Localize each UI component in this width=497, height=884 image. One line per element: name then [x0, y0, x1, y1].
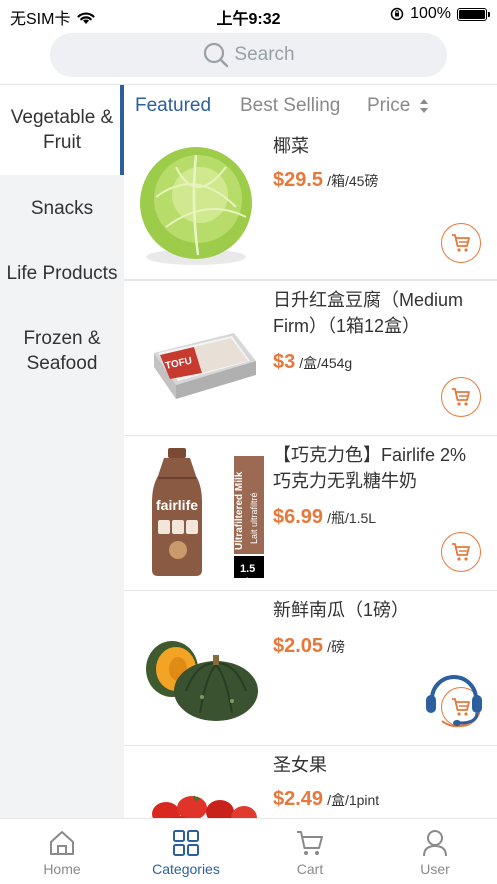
product-image	[140, 147, 252, 265]
sidebar-item-label: Snacks	[30, 198, 94, 219]
tab-featured[interactable]: Featured	[135, 95, 211, 117]
product-unit: /盒/1pint	[327, 792, 380, 808]
sidebar-item-snacks[interactable]: Snacks	[0, 196, 124, 221]
product-price: $3	[273, 351, 296, 373]
tab-label: Price	[367, 95, 411, 116]
tab-price[interactable]: Price	[367, 95, 428, 117]
sidebar-item-label: Life Products	[6, 263, 118, 284]
price-line: $6.99/瓶/1.5L	[273, 506, 376, 529]
home-icon	[50, 831, 74, 855]
milk-side-label: Ultrafiltered Milk	[234, 471, 245, 550]
product-name: 新鲜南瓜（1磅）	[273, 600, 410, 620]
cart-icon	[452, 543, 470, 561]
milk-side-label-2: Lait ultrafiltré	[249, 492, 259, 544]
sidebar-item-life-products[interactable]: Life Products	[0, 261, 124, 286]
product-image	[152, 795, 257, 818]
status-bar: 无SIM卡 上午9:32 100%	[0, 0, 497, 28]
product-name: 日升红盒豆腐（Medium Firm）（1箱12盒）	[273, 290, 464, 336]
price-line: $2.05/磅	[273, 635, 345, 658]
nav-label: Home	[43, 861, 81, 877]
tab-best-selling[interactable]: Best Selling	[240, 95, 340, 117]
battery-percent: 100%	[410, 5, 451, 22]
product-card[interactable]: 椰菜 $29.5/箱/45磅	[124, 127, 497, 281]
bottom-navigation: Home Categories Cart User	[0, 818, 497, 884]
product-price: $2.05	[273, 635, 324, 657]
product-unit: /磅	[327, 639, 345, 655]
tab-label: Best Selling	[240, 95, 341, 116]
price-line: $2.49/盒/1pint	[273, 788, 379, 811]
product-unit: /瓶/1.5L	[327, 510, 377, 526]
product-card[interactable]: TOFU 日升红盒豆腐（Medium Firm）（1箱12盒） $3/盒/454…	[124, 281, 497, 437]
milk-size-label: 1.5	[240, 563, 255, 575]
nav-home[interactable]: Home	[0, 827, 124, 877]
product-name: 椰菜	[273, 136, 309, 156]
product-price: $6.99	[273, 506, 324, 528]
sidebar-item-frozen-seafood[interactable]: Frozen & Seafood	[0, 326, 124, 376]
product-card[interactable]: fairlife Ultrafiltered Milk Lait ultrafi…	[124, 436, 497, 592]
headset-icon	[426, 675, 482, 728]
sort-arrows-icon	[419, 98, 428, 113]
price-line: $3/盒/454g	[273, 351, 352, 374]
grid-icon	[173, 830, 199, 856]
add-to-cart-button[interactable]	[441, 223, 481, 263]
add-to-cart-button[interactable]	[441, 377, 481, 417]
milk-brand-label: fairlife	[156, 497, 198, 513]
nav-label: Cart	[296, 861, 324, 877]
category-sidebar: Vegetable & Fruit Snacks Life Products F…	[0, 85, 124, 818]
product-name: 圣女果	[273, 755, 327, 775]
product-image	[146, 641, 258, 721]
product-unit: /盒/454g	[299, 355, 353, 371]
sidebar-item-label: Vegetable & Fruit	[10, 107, 114, 153]
sidebar-item-label: Frozen & Seafood	[23, 328, 101, 374]
search-bar[interactable]: Search	[50, 33, 447, 77]
nav-categories[interactable]: Categories	[124, 827, 248, 877]
cart-icon	[452, 388, 470, 406]
product-unit: /箱/45磅	[327, 173, 379, 189]
product-image: TOFU	[154, 333, 256, 399]
product-card[interactable]: 圣女果 $2.49/盒/1pint	[124, 746, 497, 818]
search-icon	[204, 42, 229, 68]
nav-user[interactable]: User	[373, 827, 497, 877]
sort-tabs: Featured Best Selling Price	[124, 85, 497, 127]
product-price: $2.49	[273, 788, 324, 810]
price-line: $29.5/箱/45磅	[273, 169, 378, 192]
product-price: $29.5	[273, 169, 324, 191]
nav-cart[interactable]: Cart	[248, 827, 372, 877]
product-name: 【巧克力色】Fairlife 2% 巧克力无乳糖牛奶	[273, 445, 467, 491]
nav-label: Categories	[152, 861, 220, 877]
user-icon	[423, 830, 447, 857]
sidebar-item-vegetable-fruit[interactable]: Vegetable & Fruit	[0, 85, 124, 175]
orientation-lock-icon	[390, 7, 404, 21]
add-to-cart-button[interactable]	[441, 532, 481, 572]
tab-label: Featured	[135, 95, 212, 116]
cart-icon	[297, 831, 323, 855]
search-placeholder: Search	[234, 44, 295, 65]
battery-icon	[457, 7, 490, 21]
cart-icon	[452, 234, 470, 252]
nav-label: User	[420, 861, 450, 877]
milk-size-unit: L	[246, 576, 252, 578]
customer-support-button[interactable]	[420, 663, 488, 731]
product-image: fairlife Ultrafiltered Milk Lait ultrafi…	[152, 448, 264, 578]
